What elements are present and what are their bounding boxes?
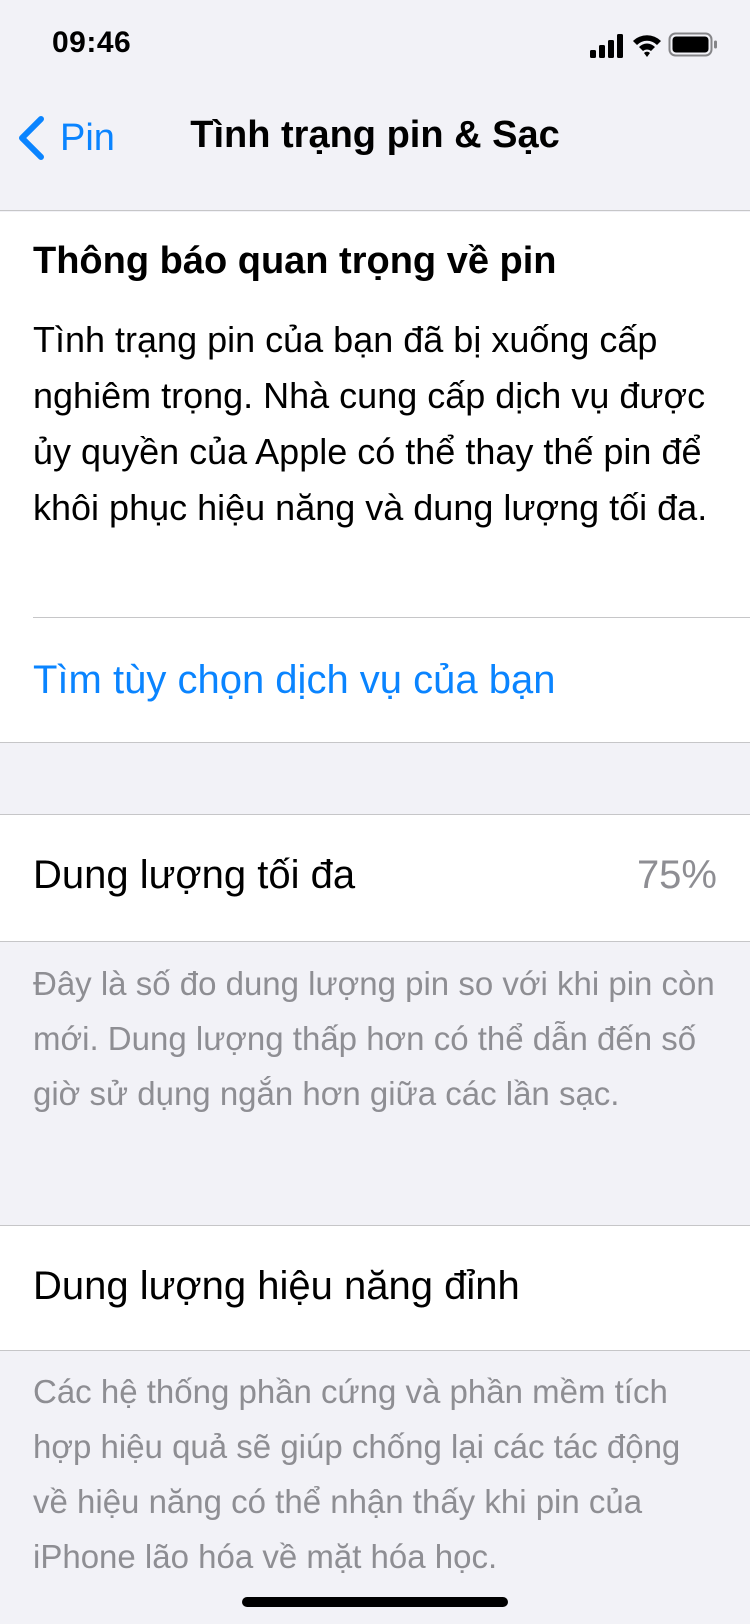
maximum-capacity-value: 75% xyxy=(636,853,717,897)
status-icons xyxy=(590,32,717,58)
maximum-capacity-row: Dung lượng tối đa 75% xyxy=(0,814,750,942)
notice-body: Tình trạng pin của bạn đã bị xuống cấp n… xyxy=(33,319,708,528)
maximum-capacity-footnote: Đây là số đo dung lượng pin so với khi p… xyxy=(33,965,715,1112)
home-indicator[interactable] xyxy=(242,1597,508,1607)
wifi-icon xyxy=(633,35,661,57)
peak-performance-label: Dung lượng hiệu năng đỉnh xyxy=(33,1264,520,1308)
maximum-capacity-label: Dung lượng tối đa xyxy=(33,853,356,897)
notice-title: Thông báo quan trọng về pin xyxy=(33,240,557,282)
page-title: Tình trạng pin & Sạc xyxy=(190,114,560,156)
status-time: 09:46 xyxy=(52,26,132,59)
peak-performance-row: Dung lượng hiệu năng đỉnh xyxy=(0,1225,750,1351)
peak-performance-footnote: Các hệ thống phần cứng và phần mềm tích … xyxy=(33,1373,681,1575)
navigation-bar: Pin Tình trạng pin & Sạc xyxy=(0,90,750,211)
battery-notice-card: Thông báo quan trọng về pin Tình trạng p… xyxy=(0,212,750,743)
battery-icon xyxy=(668,32,717,57)
service-options-link[interactable]: Tìm tùy chọn dịch vụ của bạn xyxy=(33,658,556,703)
notice-divider xyxy=(33,617,750,618)
cellular-signal-icon xyxy=(590,34,623,58)
status-bar: 09:46 xyxy=(0,0,750,90)
